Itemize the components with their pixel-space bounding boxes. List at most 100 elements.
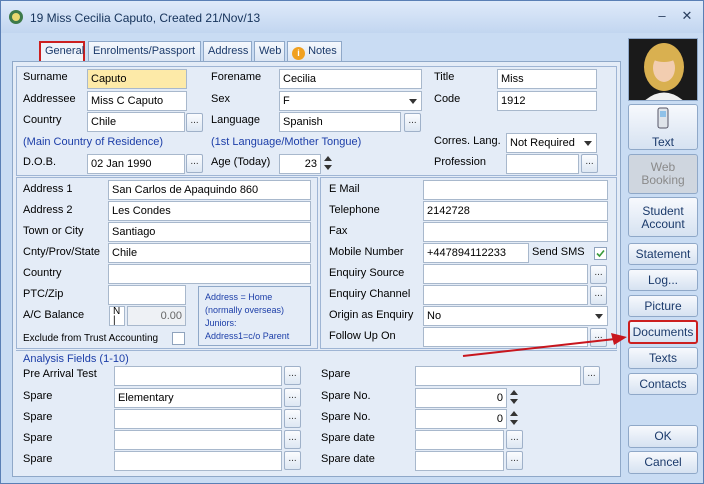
dob-picker-button[interactable]: ... xyxy=(186,154,203,173)
analysis-right-input[interactable]: 0 xyxy=(415,388,507,408)
email-label: E Mail xyxy=(329,183,360,195)
analysis-left-lookup-button[interactable]: ... xyxy=(284,430,301,449)
contacts-button[interactable]: Contacts xyxy=(628,373,698,395)
chevron-down-icon[interactable] xyxy=(580,134,596,152)
origin-label: Origin as Enquiry xyxy=(329,309,414,321)
ok-button[interactable]: OK xyxy=(628,425,698,448)
balance-label: A/C Balance xyxy=(23,309,85,321)
main-country-note: (Main Country of Residence) xyxy=(23,136,164,148)
text-button[interactable]: Text xyxy=(628,104,698,150)
country-input[interactable]: Chile xyxy=(87,112,185,132)
picture-button[interactable]: Picture xyxy=(628,295,698,317)
telephone-input[interactable]: 2142728 xyxy=(423,201,608,221)
ptc-input[interactable] xyxy=(108,285,186,305)
sex-select[interactable]: F xyxy=(279,91,422,111)
app-icon xyxy=(9,10,23,24)
title-input[interactable]: Miss xyxy=(497,69,597,89)
analysis-right-lookup-button[interactable]: ... xyxy=(583,366,600,385)
county-input[interactable]: Chile xyxy=(108,243,311,263)
fax-input[interactable] xyxy=(423,222,608,242)
mobile-input[interactable]: +447894112233 xyxy=(423,243,529,263)
email-input[interactable] xyxy=(423,180,608,200)
forename-input[interactable]: Cecilia xyxy=(279,69,422,89)
language-input[interactable]: Spanish xyxy=(279,112,401,132)
addressee-label: Addressee xyxy=(23,93,76,105)
address-country-label: Country xyxy=(23,267,62,279)
analysis-right-label: Spare No. xyxy=(321,411,371,423)
analysis-left-input[interactable] xyxy=(114,451,282,471)
analysis-left-input[interactable] xyxy=(114,366,282,386)
enquiry-channel-lookup-button[interactable]: ... xyxy=(590,286,607,305)
tab-enrolments-passport[interactable]: Enrolments/Passport xyxy=(88,41,201,61)
profession-label: Profession xyxy=(434,156,486,168)
address-note-line: Address1=c/o Parent xyxy=(205,331,290,341)
texts-button[interactable]: Texts xyxy=(628,347,698,369)
exclude-trust-checkbox[interactable] xyxy=(172,332,185,345)
enquiry-source-lookup-button[interactable]: ... xyxy=(590,265,607,284)
analysis-right-input[interactable] xyxy=(415,451,504,471)
analysis-left-lookup-button[interactable]: ... xyxy=(284,388,301,407)
analysis-right-input[interactable]: 0 xyxy=(415,409,507,429)
analysis-right-input[interactable] xyxy=(415,430,504,450)
check-icon xyxy=(596,249,605,258)
dob-label: D.O.B. xyxy=(23,156,57,168)
analysis-left-lookup-button[interactable]: ... xyxy=(284,366,301,385)
spare-no-spinner[interactable] xyxy=(508,388,521,407)
title-label: Title xyxy=(434,71,455,83)
analysis-left-lookup-button[interactable]: ... xyxy=(284,451,301,470)
tab-general[interactable]: General xyxy=(39,41,85,61)
analysis-header: Analysis Fields (1-10) xyxy=(23,353,129,365)
language-label: Language xyxy=(211,114,260,126)
address-country-input[interactable] xyxy=(108,264,311,284)
mobile-label: Mobile Number xyxy=(329,246,404,258)
language-note: (1st Language/Mother Tongue) xyxy=(211,136,362,148)
county-label: Cnty/Prov/State xyxy=(23,246,101,258)
country-lookup-button[interactable]: ... xyxy=(186,113,203,132)
profession-lookup-button[interactable]: ... xyxy=(581,154,598,173)
code-input[interactable]: 1912 xyxy=(497,91,597,111)
analysis-right-label: Spare xyxy=(321,368,351,380)
minimize-button[interactable]: – xyxy=(653,7,671,25)
cancel-button[interactable]: Cancel xyxy=(628,451,698,474)
student-photo[interactable] xyxy=(628,38,698,101)
analysis-left-input[interactable] xyxy=(114,430,282,450)
surname-label: Surname xyxy=(23,71,68,83)
analysis-left-input[interactable]: Elementary xyxy=(114,388,282,408)
age-input[interactable]: 23 xyxy=(279,154,321,174)
chevron-down-icon[interactable] xyxy=(405,92,421,110)
addressee-input[interactable]: Miss C Caputo xyxy=(87,91,187,111)
surname-input[interactable]: Caputo xyxy=(87,69,187,89)
log-button[interactable]: Log... xyxy=(628,269,698,291)
web-booking-button: Web Booking xyxy=(628,154,698,194)
tab-web[interactable]: Web xyxy=(254,41,285,61)
analysis-right-label: Spare date xyxy=(321,432,375,444)
tab-address[interactable]: Address xyxy=(203,41,252,61)
documents-button[interactable]: Documents xyxy=(628,320,698,344)
student-portrait-icon xyxy=(629,39,697,100)
spare-no-spinner[interactable] xyxy=(508,409,521,428)
analysis-left-lookup-button[interactable]: ... xyxy=(284,409,301,428)
dob-input[interactable]: 02 Jan 1990 xyxy=(87,154,185,174)
analysis-left-input[interactable] xyxy=(114,409,282,429)
student-account-button[interactable]: Student Account xyxy=(628,197,698,237)
spare-date-picker-button[interactable]: ... xyxy=(506,430,523,449)
spare-date-picker-button[interactable]: ... xyxy=(506,451,523,470)
close-button[interactable]: ✕ xyxy=(678,7,696,25)
balance-input: 0.00 xyxy=(127,306,186,326)
origin-select[interactable]: No xyxy=(423,306,608,326)
enquiry-source-input[interactable] xyxy=(423,264,588,284)
window-title: 19 Miss Cecilia Caputo, Created 21/Nov/1… xyxy=(30,11,261,25)
corres-lang-select[interactable]: Not Required xyxy=(506,133,597,153)
analysis-right-input[interactable] xyxy=(415,366,581,386)
address2-input[interactable]: Les Condes xyxy=(108,201,311,221)
address1-input[interactable]: San Carlos de Apaquindo 860 xyxy=(108,180,311,200)
age-spinner[interactable] xyxy=(322,154,335,173)
language-lookup-button[interactable]: ... xyxy=(404,113,421,132)
enquiry-channel-input[interactable] xyxy=(423,285,588,305)
chevron-down-icon[interactable] xyxy=(591,307,607,325)
send-sms-checkbox[interactable] xyxy=(594,247,607,260)
town-input[interactable]: Santiago xyxy=(108,222,311,242)
profession-input[interactable] xyxy=(506,154,579,174)
statement-button[interactable]: Statement xyxy=(628,243,698,265)
tab-notes[interactable]: i Notes xyxy=(287,41,342,61)
